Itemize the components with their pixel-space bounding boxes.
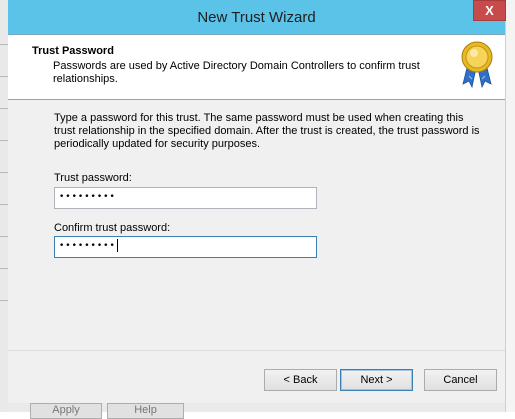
window-title: New Trust Wizard — [197, 9, 316, 26]
close-icon: X — [485, 3, 494, 18]
title-bar[interactable]: New Trust Wizard X — [8, 0, 506, 32]
next-button[interactable]: Next > — [340, 369, 413, 391]
wizard-content: Type a password for this trust. The same… — [8, 100, 505, 350]
new-trust-wizard-dialog: New Trust Wizard X Trust Password Passwo… — [8, 0, 506, 403]
award-ribbon-icon — [461, 41, 493, 89]
background-divider — [0, 236, 8, 237]
background-divider — [0, 76, 8, 77]
background-window-edge-right — [505, 0, 515, 412]
background-divider — [0, 268, 8, 269]
back-button[interactable]: < Back — [264, 369, 337, 391]
background-divider — [0, 44, 8, 45]
confirm-password-label: Confirm trust password: — [54, 222, 171, 234]
background-divider — [0, 300, 8, 301]
wizard-header: Trust Password Passwords are used by Act… — [8, 35, 505, 100]
background-apply-button[interactable]: Apply — [30, 403, 102, 419]
confirm-password-field[interactable]: ••••••••• — [54, 236, 317, 258]
dialog-client-area: Trust Password Passwords are used by Act… — [8, 34, 505, 403]
background-help-button[interactable]: Help — [107, 403, 184, 419]
trust-password-field[interactable]: ••••••••• — [54, 187, 317, 209]
page-description: Passwords are used by Active Directory D… — [53, 60, 420, 85]
background-divider — [0, 172, 8, 173]
trust-password-label: Trust password: — [54, 172, 132, 184]
instructions-text: Type a password for this trust. The same… — [54, 112, 480, 150]
background-divider — [0, 140, 8, 141]
cancel-button[interactable]: Cancel — [424, 369, 497, 391]
wizard-footer: < Back Next > Cancel — [8, 350, 505, 404]
background-divider — [0, 204, 8, 205]
text-caret — [116, 239, 118, 252]
page-title: Trust Password — [32, 45, 114, 57]
trust-password-value: ••••••••• — [59, 192, 116, 202]
close-button[interactable]: X — [473, 0, 506, 21]
confirm-password-value: ••••••••• — [59, 241, 116, 251]
background-divider — [0, 108, 8, 109]
